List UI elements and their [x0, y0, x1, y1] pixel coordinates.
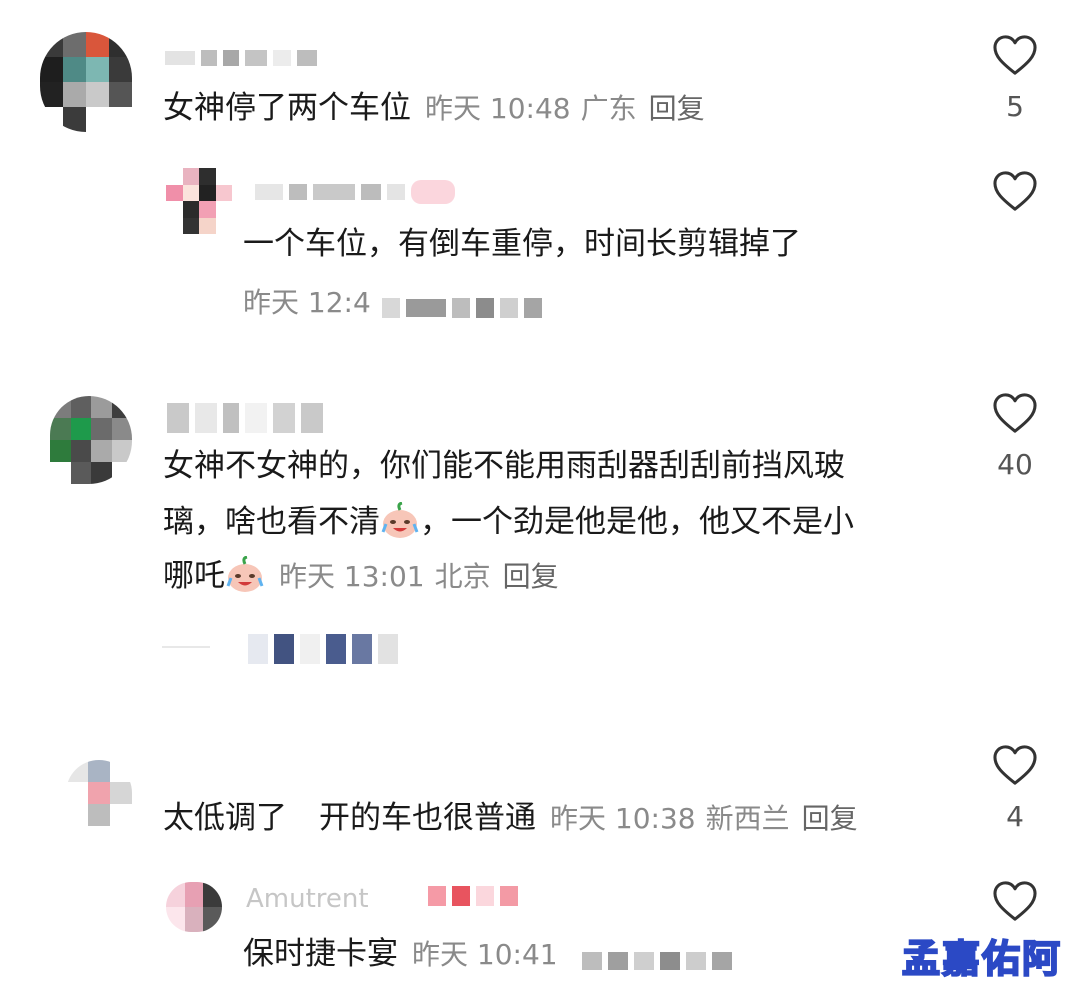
comment-text-line-3: 哪吒 昨天 13:01 北京 回复 [163, 556, 559, 597]
comment-body: 女神停了两个车位 [163, 90, 411, 126]
watermark-text: 孟嘉佑阿 [901, 936, 1062, 982]
heart-icon[interactable] [992, 34, 1038, 76]
reply-text: 一个车位，有倒车重停，时间长剪辑掉了 [243, 226, 801, 262]
heart-icon[interactable] [992, 744, 1038, 786]
username-blurred[interactable] [428, 886, 518, 906]
reply-button[interactable]: 回复 [802, 802, 858, 835]
comment-time: 昨天 13:01 [279, 560, 425, 593]
like-count: 5 [1006, 90, 1024, 123]
reply-meta: 昨天 12:4 [243, 282, 371, 323]
comment-text-line-1: 女神不女神的，你们能不能用雨刮器刮刮前挡风玻 [163, 448, 845, 484]
comment-location: 广东 [580, 92, 637, 125]
username-blurred[interactable] [165, 50, 317, 66]
reply-time: 昨天 10:41 [412, 938, 558, 971]
comment-text-line-2: 璃，啥也看不清 ，一个劲是他是他，他又不是小 [163, 502, 854, 542]
meta-blurred [382, 298, 542, 318]
avatar[interactable] [66, 760, 132, 826]
avatar[interactable] [166, 882, 222, 932]
comment-text: 女神停了两个车位 昨天 10:48 广东 回复 [163, 88, 705, 129]
reply-time: 昨天 12:4 [243, 286, 371, 319]
avatar[interactable] [40, 32, 132, 132]
comment-text: 太低调了 开的车也很普通 昨天 10:38 新西兰 回复 [163, 798, 858, 839]
comment-location: 北京 [434, 560, 491, 593]
reply-body: 保时捷卡宴 [243, 936, 398, 972]
comment-body-part: ，一个劲是他是他，他又不是小 [420, 504, 854, 540]
comment-body-part: 太低调了 [163, 800, 287, 836]
avatar[interactable] [166, 168, 232, 234]
reply-button[interactable]: 回复 [503, 560, 559, 593]
username-blurred[interactable] [167, 403, 323, 433]
reply-text: 保时捷卡宴 昨天 10:41 [243, 934, 558, 975]
reply-button[interactable]: 回复 [649, 92, 705, 125]
avatar[interactable] [50, 396, 132, 484]
reply-username[interactable]: Amutrent [246, 884, 369, 914]
heart-icon[interactable] [992, 392, 1038, 434]
like-count: 40 [997, 448, 1033, 481]
like-count: 4 [1006, 800, 1024, 833]
comment-time: 昨天 10:38 [550, 802, 696, 835]
crying-laughing-emoji-icon [381, 502, 419, 538]
crying-laughing-emoji-icon [226, 556, 264, 592]
comment-body-part: 开的车也很普通 [319, 800, 536, 836]
comment-location: 新西兰 [705, 802, 790, 835]
comment-body-part: 璃，啥也看不清 [163, 504, 380, 540]
comment-time: 昨天 10:48 [425, 92, 571, 125]
expand-replies-line [162, 646, 210, 648]
heart-icon[interactable] [992, 880, 1038, 922]
heart-icon[interactable] [992, 170, 1038, 212]
comment-body-part: 哪吒 [163, 558, 225, 594]
username-blurred[interactable] [255, 180, 455, 204]
meta-blurred [582, 952, 732, 970]
expand-replies-blurred[interactable] [248, 634, 398, 664]
